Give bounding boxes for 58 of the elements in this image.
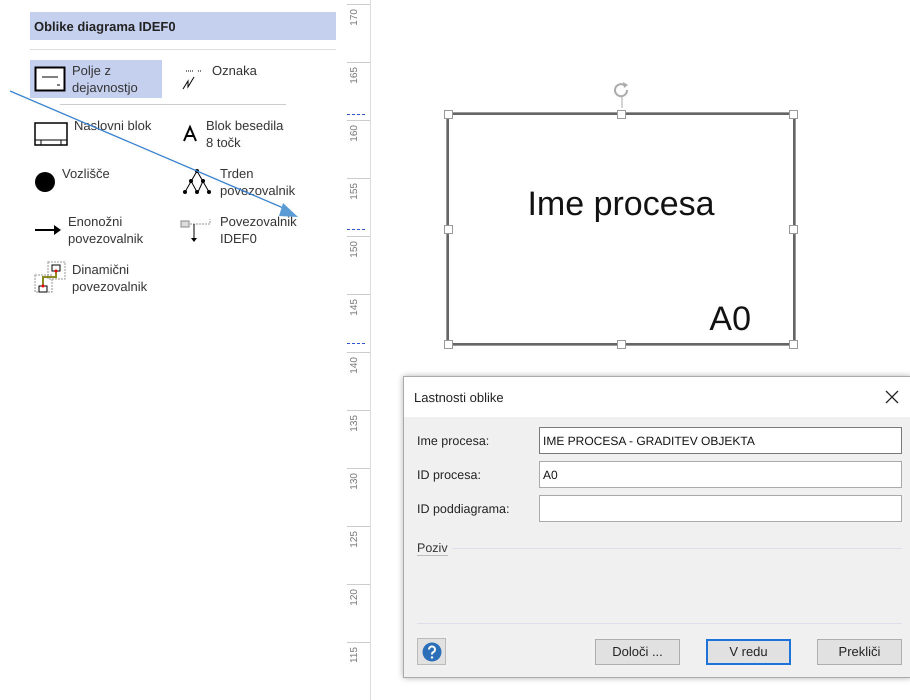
input-field[interactable] [539,495,902,522]
stencil-item-label: Vozlišče [62,165,111,182]
stencil-item-label: Polje z dejavnostjo [72,62,139,96]
stencil-item[interactable]: Polje z dejavnostjo [30,60,162,98]
stencil-item[interactable]: Dinamični povezovalnik [30,259,162,297]
resize-handle[interactable] [444,340,453,349]
resize-handle[interactable] [444,225,453,234]
stencil-item[interactable]: Oznaka [176,60,302,98]
resize-handle[interactable] [617,110,626,119]
title-block-icon [34,122,68,146]
input-field[interactable]: IME PROCESA - GRADITEV OBJEKTA [539,427,902,454]
dialog-button[interactable]: V redu [706,638,791,664]
ruler-label: 170 [349,9,360,26]
stencil-item-label: Enonožni povezovalnik [68,213,144,247]
ruler-label: 165 [349,67,360,84]
stencil-title: Oblike diagrama IDEF0 [30,12,336,40]
ruler-label: 120 [349,589,360,606]
section-label: Poziv [417,541,448,556]
process-id: A0 [709,300,751,339]
field-label: Ime procesa: [417,434,490,448]
resize-handle[interactable] [444,110,453,119]
resize-handle[interactable] [789,225,798,234]
resize-handle[interactable] [789,340,798,349]
stencil-item-label: Oznaka [212,62,258,79]
activity-box-icon [34,66,66,92]
stencil-item[interactable]: Vozlišče [30,163,152,201]
ruler-label: 130 [349,473,360,490]
help-button[interactable] [417,638,446,665]
stencil-item-label: Blok besedila 8 točk [206,117,284,151]
dot-icon [34,171,56,193]
close-icon [885,390,899,404]
dynamic-connector-icon [34,261,66,295]
dialog-button[interactable]: Določi ... [595,638,680,664]
ruler-label: 125 [349,531,360,548]
ruler-label: 115 [349,647,360,663]
help-icon [422,642,442,662]
dialog-title: Lastnosti oblike [414,390,504,404]
arrow-icon [34,223,62,237]
ruler-label: 135 [349,415,360,432]
stencil-item[interactable]: Enonožni povezovalnik [30,211,158,249]
ruler-label: 160 [349,125,360,142]
tree-icon [180,168,214,196]
stencil-item[interactable]: Blok besedila 8 točk [176,115,296,153]
resize-handle[interactable] [789,110,798,119]
dialog-button[interactable]: Prekliči [817,638,902,664]
ruler-label: 155 [349,183,360,200]
ruler-label: 145 [349,299,360,316]
ruler-label: 150 [349,241,360,258]
ruler-label: 140 [349,357,360,374]
field-label: ID poddiagrama: [417,502,510,516]
stencil-item[interactable]: Povezovalnik IDEF0 [176,211,310,249]
process-title: Ime procesa [527,185,715,224]
field-label: ID procesa: [417,468,482,482]
stencil-item-label: Povezovalnik IDEF0 [220,213,298,247]
input-field[interactable]: A0 [539,461,902,488]
resize-handle[interactable] [617,340,626,349]
stencil-item-label: Dinamični povezovalnik [72,261,148,295]
letter-a-icon [180,124,200,144]
